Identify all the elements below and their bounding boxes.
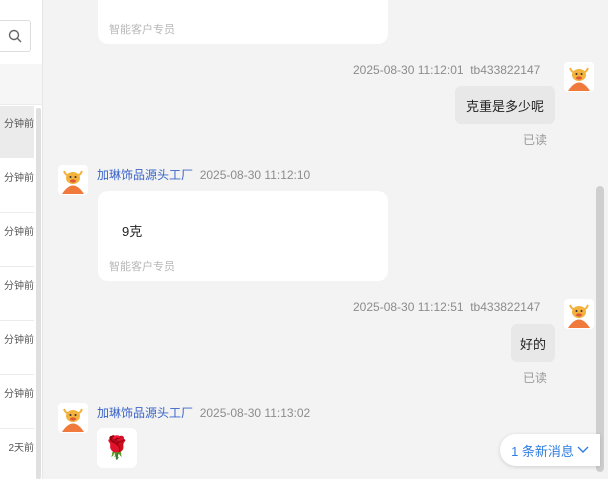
message-user: tb433822147 xyxy=(470,63,541,77)
list-scrollbar[interactable] xyxy=(36,108,41,479)
new-message-label: 1 条新消息 xyxy=(511,443,574,459)
search-button[interactable] xyxy=(0,20,31,52)
divider xyxy=(0,428,34,429)
signature: 智能客户专员 xyxy=(109,24,175,36)
conversation-time[interactable]: 分钟前 xyxy=(0,331,34,346)
bull-avatar-icon xyxy=(58,165,88,195)
read-status: 已读 xyxy=(523,371,548,385)
conversation-time[interactable]: 分钟前 xyxy=(0,115,34,130)
message-time: 2025-08-30 11:12:10 xyxy=(199,168,311,182)
avatar[interactable] xyxy=(564,299,594,329)
divider xyxy=(0,266,34,267)
message-bubble-outgoing: 克重是多少呢 xyxy=(455,86,555,124)
message-time: 2025-08-30 11:13:02 xyxy=(199,406,311,420)
avatar[interactable] xyxy=(564,62,594,92)
message-meta: 2025-08-30 11:12:01 tb433822147 xyxy=(353,63,540,77)
selected-conversation[interactable] xyxy=(0,106,34,158)
message-meta: 加琳饰品源头工厂 2025-08-30 11:12:10 xyxy=(97,166,310,183)
new-message-button[interactable]: 1 条新消息 xyxy=(500,434,600,466)
conversation-time[interactable]: 2天前 xyxy=(0,439,34,454)
chat-scrollbar[interactable] xyxy=(596,186,604,472)
rose-icon: 🌹 xyxy=(103,435,131,460)
divider xyxy=(0,374,34,375)
signature: 智能客户专员 xyxy=(109,261,175,273)
conversation-time[interactable]: 分钟前 xyxy=(0,385,34,400)
chat-area: 智能客户专员 2025-08-30 11:12:01 tb433822147 克… xyxy=(42,0,608,479)
message-time: 2025-08-30 11:12:01 xyxy=(353,63,464,77)
message-bubble: 9克 智能客户专员 xyxy=(98,191,388,281)
divider xyxy=(0,320,34,321)
bull-avatar-icon xyxy=(564,62,594,92)
message-text: 9克 xyxy=(122,224,143,239)
sender-name[interactable]: 加琳饰品源头工厂 xyxy=(97,406,193,420)
message-meta: 加琳饰品源头工厂 2025-08-30 11:13:02 xyxy=(97,404,310,421)
bull-avatar-icon xyxy=(564,299,594,329)
avatar[interactable] xyxy=(58,165,88,195)
message-meta: 2025-08-30 11:12:51 tb433822147 xyxy=(353,300,540,314)
conversation-time[interactable]: 分钟前 xyxy=(0,277,34,292)
list-header xyxy=(0,64,42,105)
conversation-time[interactable]: 分钟前 xyxy=(0,223,34,238)
emoji-message: 🌹 xyxy=(97,428,137,468)
message-time: 2025-08-30 11:12:51 xyxy=(353,300,464,314)
conversation-list: 分钟前 分钟前 分钟前 分钟前 分钟前 分钟前 2天前 xyxy=(0,0,43,479)
message-bubble: 智能客户专员 xyxy=(98,0,388,44)
read-status: 已读 xyxy=(523,133,548,147)
sender-name[interactable]: 加琳饰品源头工厂 xyxy=(97,168,193,182)
bull-avatar-icon xyxy=(58,403,88,433)
chevron-down-icon xyxy=(577,446,589,453)
avatar[interactable] xyxy=(58,403,88,433)
divider xyxy=(0,212,34,213)
conversation-time[interactable]: 分钟前 xyxy=(0,169,34,184)
message-user: tb433822147 xyxy=(470,300,541,314)
search-icon xyxy=(8,29,22,43)
message-bubble-outgoing: 好的 xyxy=(511,324,555,362)
